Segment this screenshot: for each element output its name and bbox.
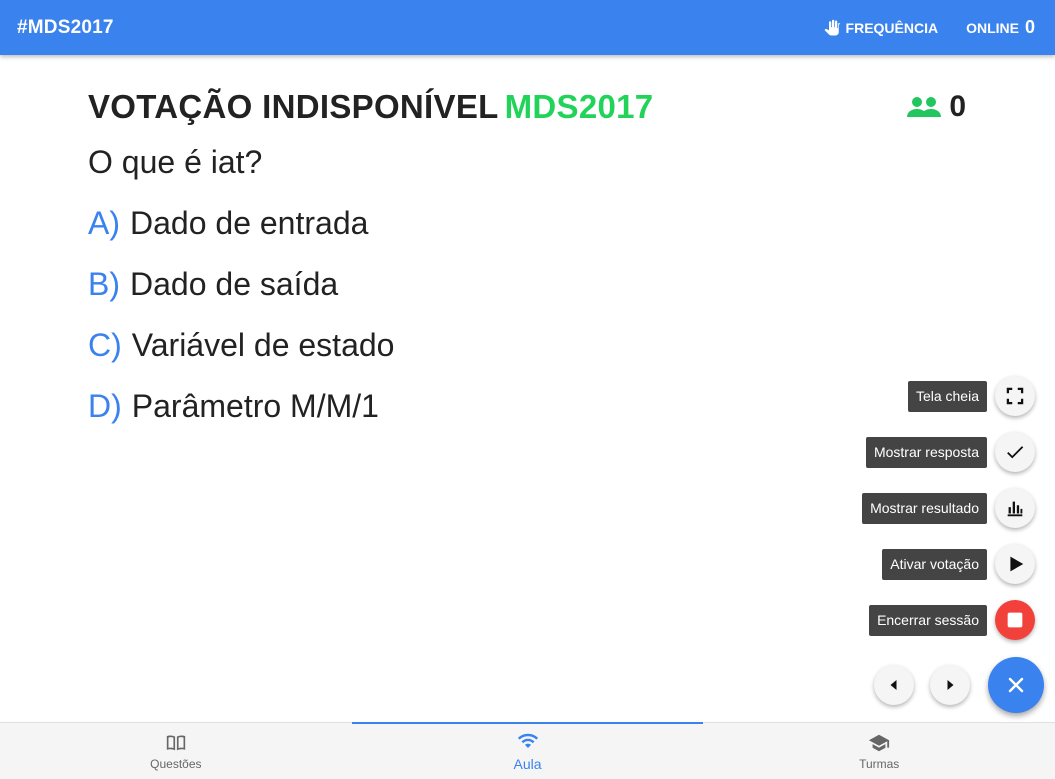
check-icon [1007, 446, 1024, 459]
option-text: Parâmetro M/M/1 [131, 388, 379, 424]
option-letter: C) [88, 327, 122, 363]
close-icon [1008, 677, 1024, 693]
show-answer-button[interactable] [995, 432, 1035, 472]
graduation-cap-icon [869, 734, 890, 751]
tab-classes-label: Turmas [859, 756, 900, 771]
frequency-button[interactable]: FREQUÊNCIA [823, 19, 939, 37]
fullscreen-icon [1006, 387, 1024, 405]
option-letter: B) [88, 266, 120, 302]
caret-left-icon [890, 680, 897, 690]
show-result-action: Mostrar resultado [862, 488, 1035, 528]
voters-count: 0 [949, 90, 966, 123]
option-c: C) Variável de estado [88, 327, 968, 364]
show-answer-action: Mostrar resposta [865, 432, 1035, 472]
show-result-label: Mostrar resultado [862, 492, 987, 524]
play-icon [1010, 556, 1024, 572]
poll-content: VOTAÇÃO INDISPONÍVEL MDS2017 0 O que é ia… [88, 86, 968, 425]
tab-class[interactable]: Aula [351, 722, 704, 779]
end-session-action: Encerrar sessão [869, 600, 1035, 640]
activate-vote-button[interactable] [995, 544, 1035, 584]
poll-heading-row: VOTAÇÃO INDISPONÍVEL MDS2017 0 [88, 86, 968, 128]
app-bar-actions: FREQUÊNCIA ONLINE 0 [823, 17, 1035, 38]
app-bar: #MDS2017 FREQUÊNCIA ONLINE 0 [0, 0, 1055, 55]
option-text: Variável de estado [131, 327, 395, 363]
online-count: 0 [1024, 17, 1035, 37]
question-text: O que é iat? [88, 144, 263, 180]
option-d: D) Parâmetro M/M/1 [88, 388, 968, 425]
previous-button[interactable] [874, 665, 914, 705]
book-icon [166, 734, 185, 750]
tab-class-label: Aula [513, 755, 542, 772]
online-label: ONLINE [966, 20, 1019, 36]
option-text: Dado de entrada [130, 205, 369, 241]
bottom-navigation: Questões Aula Turmas [0, 722, 1055, 779]
stop-icon [1007, 612, 1023, 628]
caret-right-icon [947, 680, 954, 690]
next-button[interactable] [930, 665, 970, 705]
activate-vote-label: Ativar votação [882, 548, 987, 580]
activate-vote-action: Ativar votação [882, 544, 1035, 584]
option-text: Dado de saída [130, 266, 339, 302]
online-indicator: ONLINE 0 [966, 17, 1035, 38]
bar-chart-icon [1007, 501, 1023, 517]
option-letter: D) [88, 388, 122, 424]
frequency-label: FREQUÊNCIA [845, 19, 939, 36]
tab-classes[interactable]: Turmas [703, 723, 1055, 779]
show-answer-label: Mostrar resposta [865, 436, 987, 468]
hand-icon [824, 19, 840, 35]
fullscreen-label: Tela cheia [907, 380, 987, 412]
poll-heading: VOTAÇÃO INDISPONÍVEL MDS2017 [88, 88, 653, 126]
app-title: #MDS2017 [17, 16, 114, 38]
tab-questions[interactable]: Questões [0, 723, 352, 779]
poll-status: VOTAÇÃO INDISPONÍVEL [88, 88, 499, 125]
session-code: MDS2017 [504, 88, 654, 125]
fullscreen-action: Tela cheia [907, 376, 1035, 416]
end-session-button[interactable] [995, 600, 1035, 640]
end-session-label: Encerrar sessão [869, 604, 987, 636]
show-result-button[interactable] [995, 488, 1035, 528]
fullscreen-button[interactable] [995, 376, 1035, 416]
option-b: B) Dado de saída [88, 266, 968, 303]
tab-questions-label: Questões [150, 756, 202, 771]
option-a: A) Dado de entrada [88, 205, 968, 242]
close-speed-dial-button[interactable] [988, 657, 1044, 713]
option-letter: A) [88, 205, 120, 241]
wifi-icon [517, 733, 538, 748]
group-icon [907, 97, 942, 117]
voters-counter: 0 [907, 90, 966, 124]
